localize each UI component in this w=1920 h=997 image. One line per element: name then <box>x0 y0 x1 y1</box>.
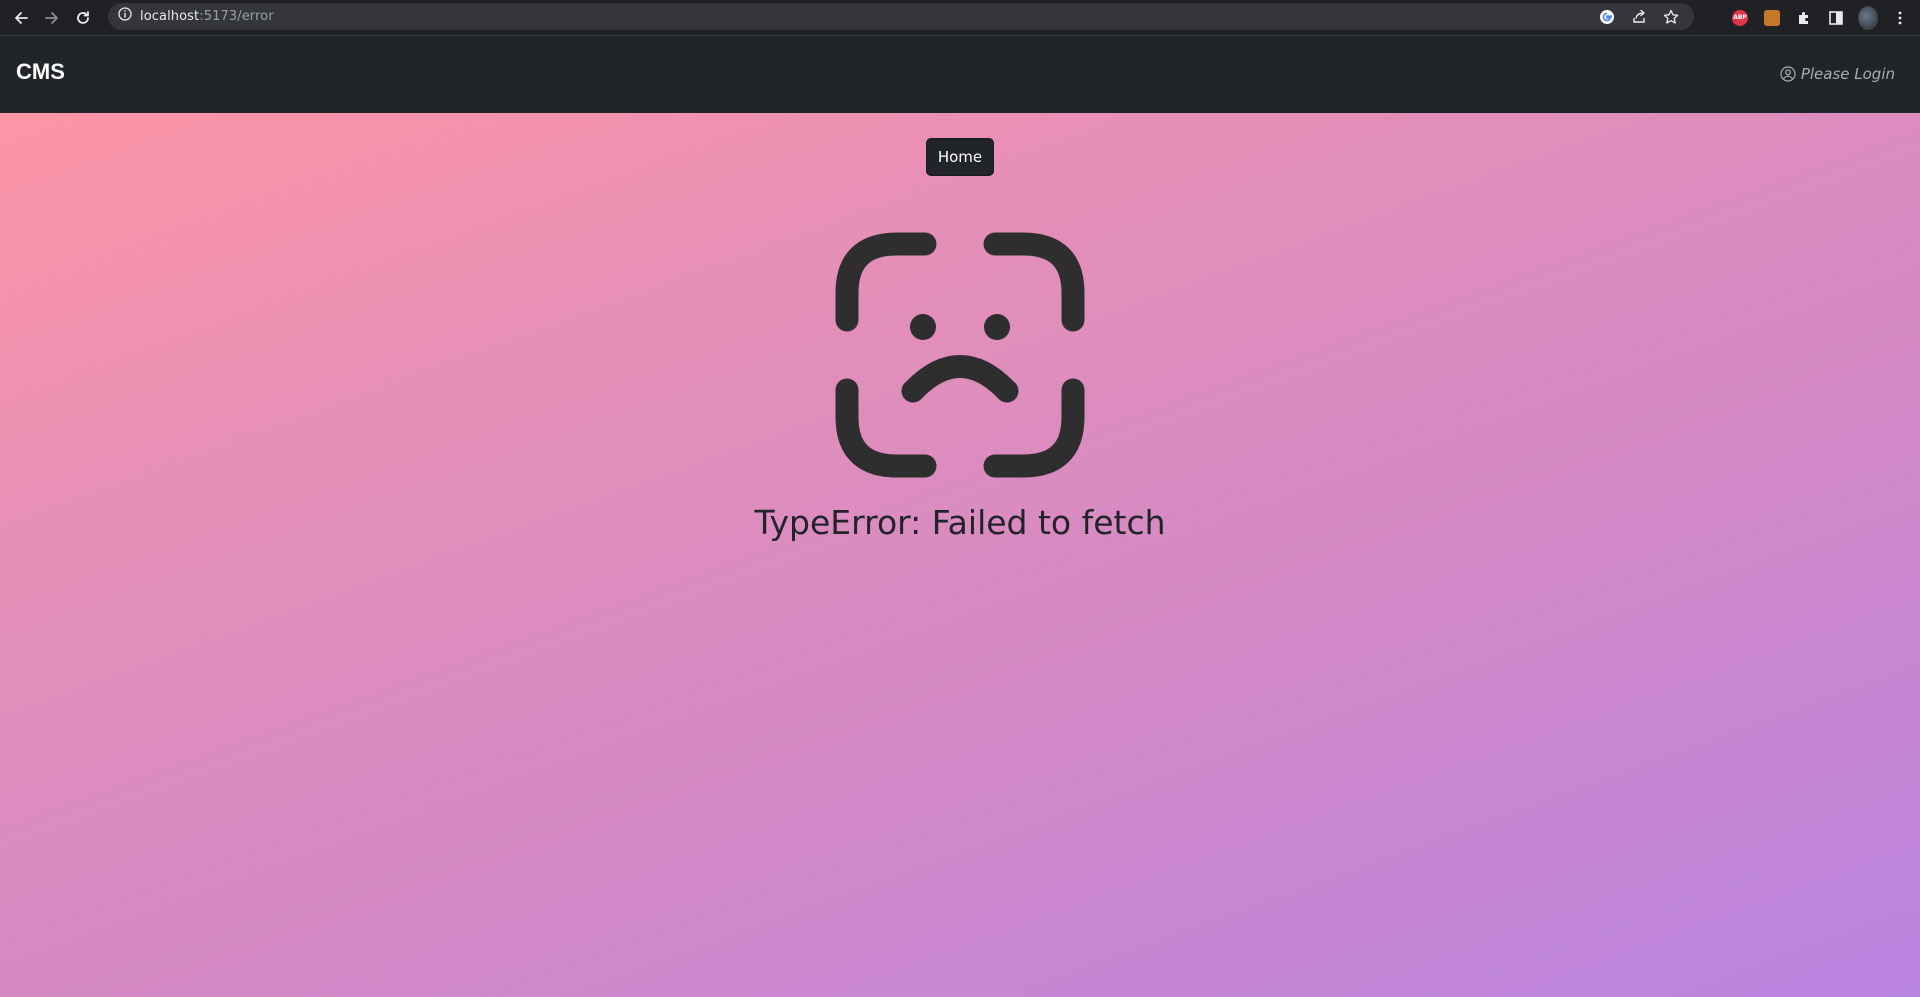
user-circle-icon <box>1780 66 1796 82</box>
browser-toolbar: localhost:5173/error ABP <box>0 0 1920 35</box>
url-text[interactable]: localhost:5173/error <box>140 9 274 24</box>
url-path: :5173/error <box>199 9 274 24</box>
home-button[interactable]: Home <box>926 138 994 176</box>
google-icon[interactable] <box>1598 8 1616 26</box>
extension-icon[interactable] <box>1762 8 1782 28</box>
forward-icon[interactable] <box>42 8 62 28</box>
url-host: localhost <box>140 9 200 24</box>
star-icon[interactable] <box>1662 8 1680 26</box>
puzzle-icon[interactable] <box>1794 8 1814 28</box>
reload-icon[interactable] <box>73 8 93 28</box>
site-info-icon[interactable] <box>118 7 132 26</box>
adblock-icon[interactable]: ABP <box>1730 8 1750 28</box>
brand-logo[interactable]: CMS <box>16 59 65 85</box>
share-icon[interactable] <box>1630 8 1648 26</box>
sad-face-icon <box>835 232 1085 478</box>
main-content: Home TypeError: Failed to fetch <box>0 113 1920 997</box>
address-bar[interactable]: localhost:5173/error <box>108 3 1694 30</box>
extensions-area: ABP <box>1730 0 1920 35</box>
adblock-badge: ABP <box>1732 9 1748 26</box>
avatar[interactable] <box>1858 5 1878 30</box>
error-message: TypeError: Failed to fetch <box>754 503 1166 542</box>
login-label: Please Login <box>1800 65 1895 83</box>
back-icon[interactable] <box>11 8 31 28</box>
navbar: CMS Please Login <box>0 35 1920 113</box>
login-link[interactable]: Please Login <box>1780 65 1895 83</box>
side-panel-icon[interactable] <box>1826 8 1846 28</box>
menu-icon[interactable] <box>1890 8 1910 28</box>
